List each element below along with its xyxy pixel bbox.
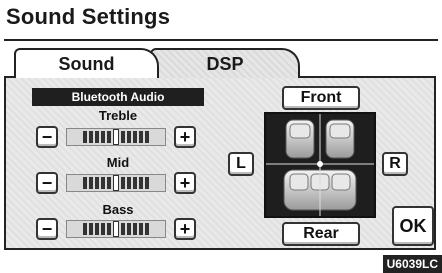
- seat-layout-diagram: [266, 114, 374, 216]
- left-button[interactable]: L: [228, 152, 254, 176]
- audio-source-label: Bluetooth Audio: [32, 88, 204, 106]
- figure-code-label: U6039LC: [382, 255, 442, 273]
- right-button[interactable]: R: [382, 152, 408, 176]
- bass-minus-button[interactable]: −: [36, 218, 58, 240]
- rear-button[interactable]: Rear: [282, 222, 360, 246]
- bass-label: Bass: [102, 202, 134, 217]
- front-button[interactable]: Front: [282, 86, 360, 110]
- treble-label: Treble: [98, 108, 138, 123]
- treble-plus-button[interactable]: +: [174, 126, 196, 148]
- tab-dsp[interactable]: DSP: [150, 48, 300, 78]
- mid-label: Mid: [106, 155, 130, 170]
- bass-level-bar: [66, 220, 166, 238]
- treble-level-bar: [66, 128, 166, 146]
- mid-minus-button[interactable]: −: [36, 172, 58, 194]
- fader-balance-display: [264, 112, 376, 218]
- ok-button[interactable]: OK: [392, 206, 434, 246]
- sound-settings-screen: Sound Settings Sound DSP Bluetooth Audio…: [0, 0, 442, 273]
- title-divider: [4, 39, 438, 41]
- tab-sound[interactable]: Sound: [14, 48, 159, 78]
- mid-level-bar: [66, 174, 166, 192]
- bass-plus-button[interactable]: +: [174, 218, 196, 240]
- treble-minus-button[interactable]: −: [36, 126, 58, 148]
- page-title: Sound Settings: [6, 4, 171, 29]
- mid-plus-button[interactable]: +: [174, 172, 196, 194]
